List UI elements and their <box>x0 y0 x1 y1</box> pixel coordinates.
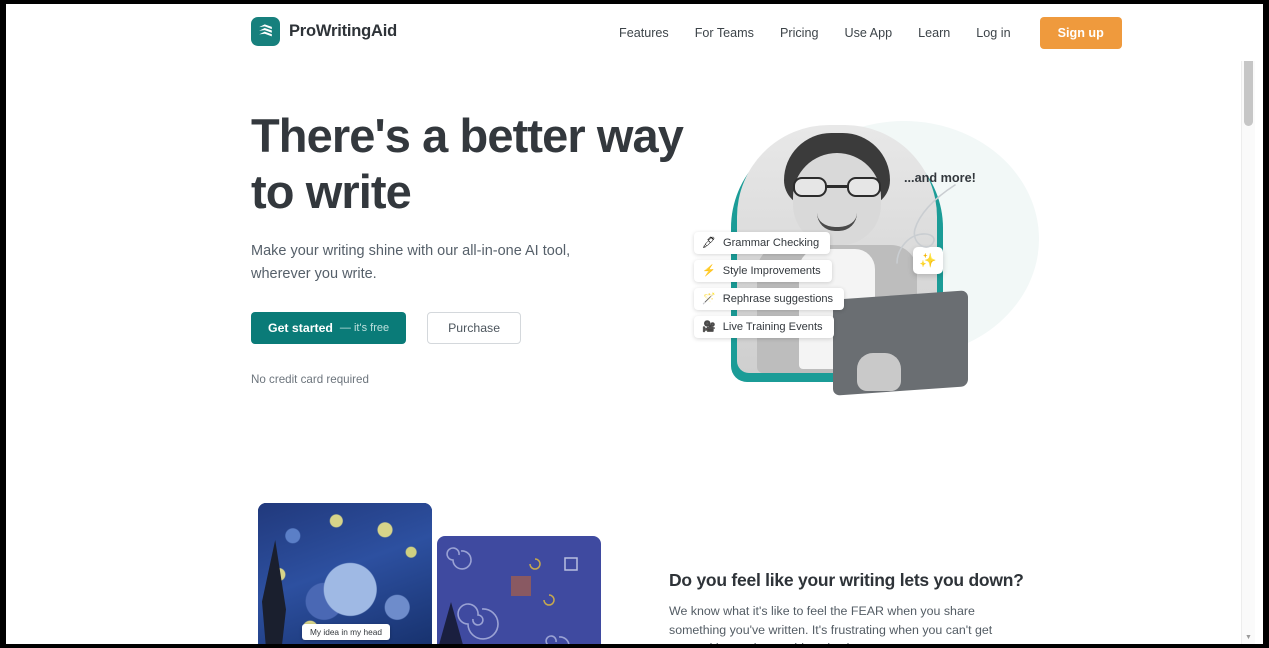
logo-text: ProWritingAid <box>289 22 398 40</box>
glasses-right-lens <box>847 177 881 197</box>
feature-chip-live-training-events[interactable]: 🎥 Live Training Events <box>694 316 834 338</box>
hero-cta-group: Get started — it's free Purchase <box>251 312 522 344</box>
no-credit-card-note: No credit card required <box>251 373 369 386</box>
glasses-bridge <box>826 185 848 188</box>
hero-subtitle: Make your writing shine with our all-in-… <box>251 243 571 282</box>
simplified-starry-night-image <box>437 536 601 644</box>
prowritingaid-logo-icon <box>251 17 280 46</box>
section-heading: Do you feel like your writing lets you d… <box>669 570 1024 590</box>
feature-chip-grammar-checking[interactable]: 🖋 Grammar Checking <box>694 232 831 254</box>
magic-wand-icon: 🪄 <box>702 292 716 305</box>
purchase-button[interactable]: Purchase <box>427 312 522 344</box>
hero-title: There's a better way to write <box>251 109 684 218</box>
video-camera-icon: 🎥 <box>702 320 716 333</box>
nav-item-learn[interactable]: Learn <box>905 26 963 40</box>
nav-item-log-in[interactable]: Log in <box>963 26 1023 40</box>
nav-item-use-app[interactable]: Use App <box>831 26 905 40</box>
pen-icon: 🖋 <box>702 236 716 249</box>
person-hand <box>857 353 901 391</box>
site-header: ProWritingAid Features For Teams Pricing… <box>6 4 1255 61</box>
feature-chip-label: Style Improvements <box>722 265 821 277</box>
main-navigation: Features For Teams Pricing Use App Learn… <box>606 4 1122 61</box>
get-started-button[interactable]: Get started — it's free <box>251 312 407 344</box>
starry-night-image: My idea in my head <box>258 503 432 644</box>
scroll-down-arrow[interactable]: ▼ <box>1242 631 1255 644</box>
feature-chip-label: Grammar Checking <box>722 237 820 249</box>
site-logo[interactable]: ProWritingAid <box>251 17 397 46</box>
browser-viewport: ProWritingAid Features For Teams Pricing… <box>6 4 1263 644</box>
get-started-sublabel: — it's free <box>339 322 390 334</box>
lightning-icon: ⚡ <box>702 264 716 277</box>
nav-item-features[interactable]: Features <box>606 26 682 40</box>
get-started-label: Get started <box>268 321 333 335</box>
feature-chip-rephrase-suggestions[interactable]: 🪄 Rephrase suggestions <box>694 288 845 310</box>
feature-chip-list: 🖋 Grammar Checking ⚡ Style Improvements … <box>694 232 845 338</box>
section-body-text: We know what it's like to feel the FEAR … <box>669 604 993 644</box>
sign-up-button[interactable]: Sign up <box>1039 16 1122 49</box>
hero-illustration: ✨ ...and more! 🖋 Grammar Checking ⚡ Styl… <box>661 99 1051 404</box>
nav-item-for-teams[interactable]: For Teams <box>682 26 767 40</box>
prowritingaid-landing-page: ProWritingAid Features For Teams Pricing… <box>6 4 1255 644</box>
curly-pointer-line <box>896 184 956 264</box>
glasses-left-lens <box>793 177 827 197</box>
feature-chip-label: Live Training Events <box>722 321 823 333</box>
page-scrollbar[interactable]: ▲ ▼ <box>1241 4 1255 644</box>
spiral-pattern <box>439 547 578 644</box>
image-caption-label: My idea in my head <box>302 624 390 640</box>
feature-chip-label: Rephrase suggestions <box>722 293 834 305</box>
feature-chip-style-improvements[interactable]: ⚡ Style Improvements <box>694 260 832 282</box>
and-more-label: ...and more! <box>904 171 976 185</box>
nav-item-pricing[interactable]: Pricing <box>767 26 832 40</box>
